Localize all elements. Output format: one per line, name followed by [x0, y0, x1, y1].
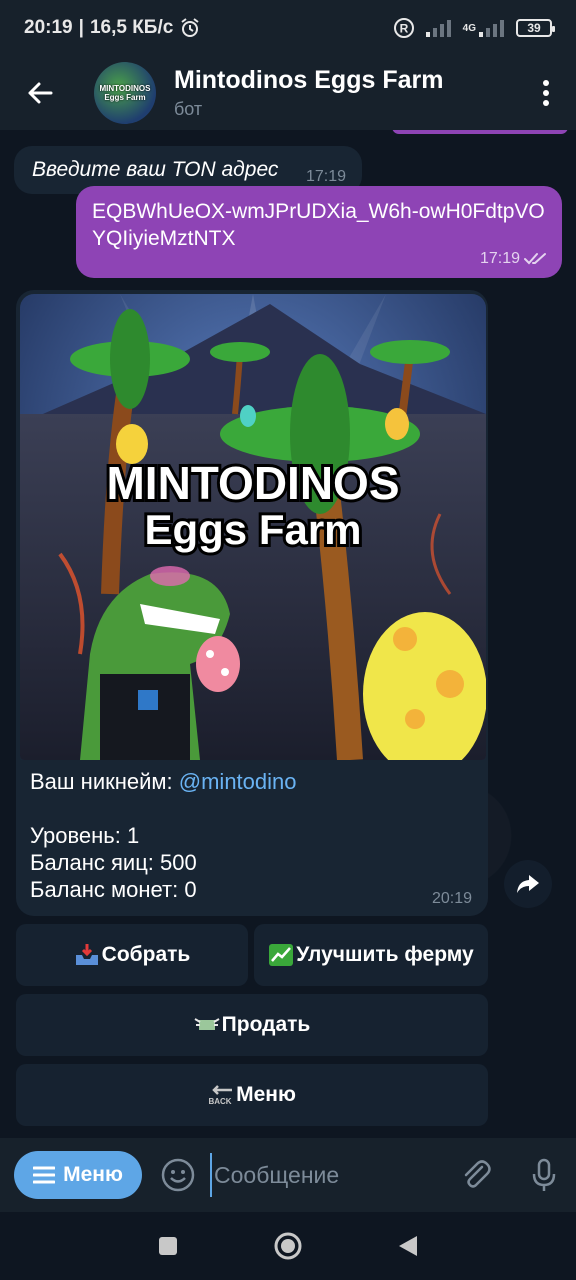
message-outgoing[interactable]: EQBWhUeOX-wmJPrUDXia_W6h-owH0FdtpVOYQIiy…: [76, 186, 562, 278]
back-button[interactable]: [0, 56, 80, 130]
inbox-tray-icon: [75, 944, 98, 965]
battery-level: 39: [527, 21, 541, 35]
microphone-icon[interactable]: [526, 1157, 562, 1193]
nickname-label: Ваш никнейм:: [30, 769, 179, 794]
status-separator: |: [78, 17, 84, 38]
battery-icon: 39: [516, 19, 555, 37]
recent-apps-icon[interactable]: [157, 1235, 179, 1257]
network-type: 4G: [462, 22, 476, 34]
sell-button[interactable]: Продать: [16, 994, 488, 1056]
message-text: Введите ваш TON адрес: [32, 158, 279, 181]
share-button[interactable]: [504, 860, 552, 908]
message-caption: Ваш никнейм: @mintodino Уровень: 1 Балан…: [30, 768, 474, 903]
signal-icon-2: [479, 20, 504, 37]
status-time: 20:19: [24, 17, 73, 38]
message-time: 17:19: [305, 168, 346, 185]
chat-area[interactable]: Введите ваш TON адрес 17:19 EQBWhUeOX-wm…: [0, 130, 576, 1138]
money-wings-icon: [194, 1018, 220, 1030]
svg-text:R: R: [399, 22, 408, 36]
message-time: 17:19: [479, 250, 520, 267]
signal-icon: [425, 20, 451, 37]
banner-title-line1: MINTODINOS: [106, 457, 399, 509]
bot-banner-image[interactable]: MINTODINOS Eggs Farm: [20, 294, 486, 760]
alarm-icon: [181, 18, 199, 37]
level-line: Уровень: 1: [30, 823, 140, 848]
menu-keyboard-label: Меню: [236, 1083, 296, 1106]
home-icon[interactable]: [273, 1231, 303, 1261]
registered-icon: R: [393, 18, 414, 38]
hamburger-icon: [33, 1166, 56, 1184]
more-vertical-icon: [543, 80, 549, 106]
bot-menu-label: Меню: [63, 1163, 123, 1186]
coins-line: Баланс монет: 0: [30, 877, 197, 902]
status-network-speed: 16,5 КБ/с: [89, 17, 174, 38]
share-arrow-icon: [517, 875, 539, 893]
eggs-line: Баланс яиц: 500: [30, 850, 197, 875]
message-composer: Меню: [0, 1138, 576, 1212]
nickname-link[interactable]: @mintodino: [179, 769, 297, 794]
chat-subtitle: бот: [174, 99, 203, 119]
bot-menu-button[interactable]: Меню: [14, 1151, 142, 1199]
double-check-icon: [524, 252, 546, 264]
emoji-icon[interactable]: [160, 1157, 196, 1193]
collect-button[interactable]: Собрать: [16, 924, 248, 986]
paperclip-icon[interactable]: [458, 1157, 494, 1193]
upgrade-farm-button[interactable]: Улучшить ферму: [254, 924, 488, 986]
chart-up-icon: [269, 944, 294, 966]
chat-title-block[interactable]: Mintodinos Eggs Farm бот: [174, 66, 443, 120]
back-nav-icon[interactable]: [397, 1234, 419, 1258]
chat-title: Mintodinos Eggs Farm: [174, 66, 444, 94]
back-arrow-icon: BACK: [209, 1085, 233, 1106]
banner-title-line2: Eggs Farm: [144, 506, 361, 553]
system-nav-bar: [0, 1212, 576, 1280]
avatar-text: MINTODINOS Eggs Farm: [99, 84, 151, 102]
menu-keyboard-button[interactable]: BACK Меню: [16, 1064, 488, 1126]
avatar[interactable]: MINTODINOS Eggs Farm: [94, 62, 156, 124]
message-media[interactable]: MINTODINOS Eggs Farm Ваш никнейм: @minto…: [16, 290, 488, 916]
chat-header: MINTODINOS Eggs Farm Mintodinos Eggs Far…: [0, 56, 576, 130]
collect-label: Собрать: [101, 943, 191, 966]
sell-label: Продать: [221, 1013, 311, 1036]
message-time: 20:19: [431, 890, 472, 907]
message-time-block: 17:19: [480, 245, 548, 272]
upgrade-farm-label: Улучшить ферму: [296, 943, 474, 966]
more-button[interactable]: [516, 56, 576, 130]
arrow-left-icon: [28, 82, 53, 104]
status-bar: 20:19 | 16,5 КБ/с R 4G 39: [0, 0, 576, 56]
banner-illustration: MINTODINOS Eggs Farm: [20, 294, 486, 760]
message-input[interactable]: [210, 1153, 440, 1197]
back-icon-text: BACK: [209, 1097, 232, 1106]
previous-message-fragment: [392, 130, 568, 134]
message-text: EQBWhUeOX-wmJPrUDXia_W6h-owH0FdtpVOYQIiy…: [92, 200, 545, 250]
